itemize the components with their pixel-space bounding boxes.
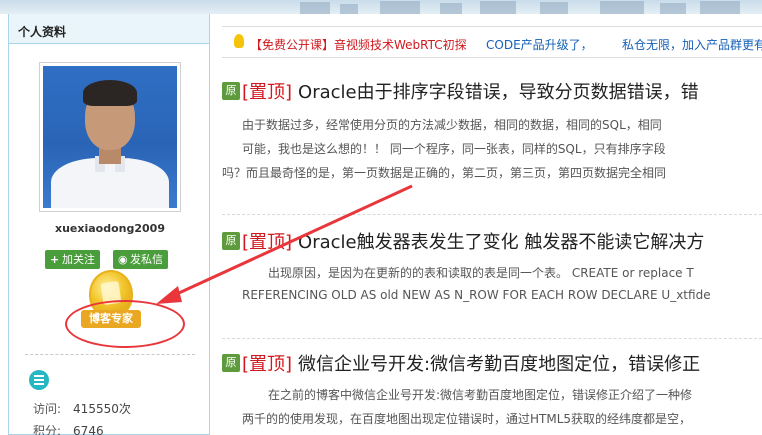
article-summary-line: 吗？而且最奇怪的是，第一页数据是正确的，第二页，第三页，第四页数据完全相同	[222, 166, 667, 180]
article-divider	[222, 214, 762, 215]
article-item: 原 [置顶] Oracle由于排序字段错误，导致分页数据错误，错 由于数据过多，经…	[222, 74, 762, 204]
notice-course-link[interactable]: 【免费公开课】音视频技术WebRTC初探	[250, 36, 467, 53]
main-content: 【免费公开课】音视频技术WebRTC初探 CODE产品升级了， 私仓无限，加入产…	[222, 14, 762, 435]
article-title[interactable]: [置顶] Oracle由于排序字段错误，导致分页数据错误，错	[242, 78, 699, 104]
article-item: 原 [置顶] Oracle触发器表发生了变化 触发器不能读它解决方 出现原因，是因…	[222, 226, 762, 326]
article-title-text: 微信企业号开发:微信考勤百度地图定位，错误修正	[298, 354, 701, 375]
stat-points-label: 积分:	[33, 424, 62, 435]
article-divider	[222, 338, 762, 339]
original-badge: 原	[222, 82, 240, 100]
list-icon	[29, 370, 49, 390]
notice-code-link[interactable]: CODE产品升级了，	[486, 36, 593, 53]
message-label: 发私信	[130, 253, 163, 266]
article-summary-line: 在之前的博客中微信企业号开发:微信考勤百度地图定位，错误修正介绍了一种修	[268, 388, 693, 402]
article-summary-line: 可能，我也是这么想的！！ 同一个程序，同一张表，同样的SQL，只有排序字段	[242, 142, 666, 156]
article-summary-line: REFERENCING OLD AS old NEW AS N_ROW FOR …	[242, 288, 711, 302]
article-title-text: Oracle由于排序字段错误，导致分页数据错误，错	[298, 82, 699, 103]
sidebar-title: 个人资料	[9, 14, 209, 44]
stat-points-value: 6746	[73, 424, 104, 435]
profile-sidebar: 个人资料 xuexiaodong2009 + 加关注 ◉ 发私信 博客专家 访问: 4…	[8, 14, 210, 435]
avatar-photo	[43, 66, 177, 208]
stat-points: 积分: 6746	[33, 422, 104, 435]
pinned-tag: [置顶]	[242, 354, 293, 375]
plus-icon: +	[50, 253, 60, 266]
article-title[interactable]: [置顶] 微信企业号开发:微信考勤百度地图定位，错误修正	[242, 350, 700, 376]
stat-visits-value: 415550次	[73, 402, 131, 416]
article-summary-line: 由于数据过多，经常使用分页的方法减少数据，相同的数据，相同的SQL，相同	[242, 118, 662, 132]
top-banner	[0, 0, 762, 14]
stat-visits-label: 访问:	[33, 402, 62, 416]
notice-bar: 【免费公开课】音视频技术WebRTC初探 CODE产品升级了， 私仓无限，加入产…	[222, 26, 762, 58]
pinned-tag: [置顶]	[242, 82, 293, 103]
highlight-ellipse	[65, 300, 185, 348]
message-button[interactable]: ◉ 发私信	[113, 250, 168, 269]
username-link[interactable]: xuexiaodong2009	[9, 222, 211, 235]
article-title[interactable]: [置顶] Oracle触发器表发生了变化 触发器不能读它解决方	[242, 228, 704, 254]
pinned-tag: [置顶]	[242, 232, 293, 253]
follow-label: 加关注	[62, 253, 95, 266]
article-summary-line: 出现原因，是因为在更新的的表和读取的表是同一个表。 CREATE or repl…	[268, 266, 694, 280]
avatar[interactable]	[39, 62, 181, 212]
lightbulb-icon	[234, 34, 244, 48]
notice-group-link[interactable]: 私仓无限，加入产品群更有福利	[622, 36, 762, 53]
original-badge: 原	[222, 232, 240, 250]
follow-button[interactable]: + 加关注	[45, 250, 100, 269]
article-title-text: Oracle触发器表发生了变化 触发器不能读它解决方	[298, 232, 705, 253]
original-badge: 原	[222, 354, 240, 372]
article-summary-line: 两千的的使用发现，在百度地图出现定位错误时，通过HTML5获取的经纬度都是空，	[242, 412, 692, 426]
stat-visits: 访问: 415550次	[33, 400, 131, 417]
sidebar-divider	[25, 354, 195, 355]
article-item: 原 [置顶] 微信企业号开发:微信考勤百度地图定位，错误修正 在之前的博客中微信企…	[222, 346, 762, 435]
chat-icon: ◉	[118, 253, 128, 266]
